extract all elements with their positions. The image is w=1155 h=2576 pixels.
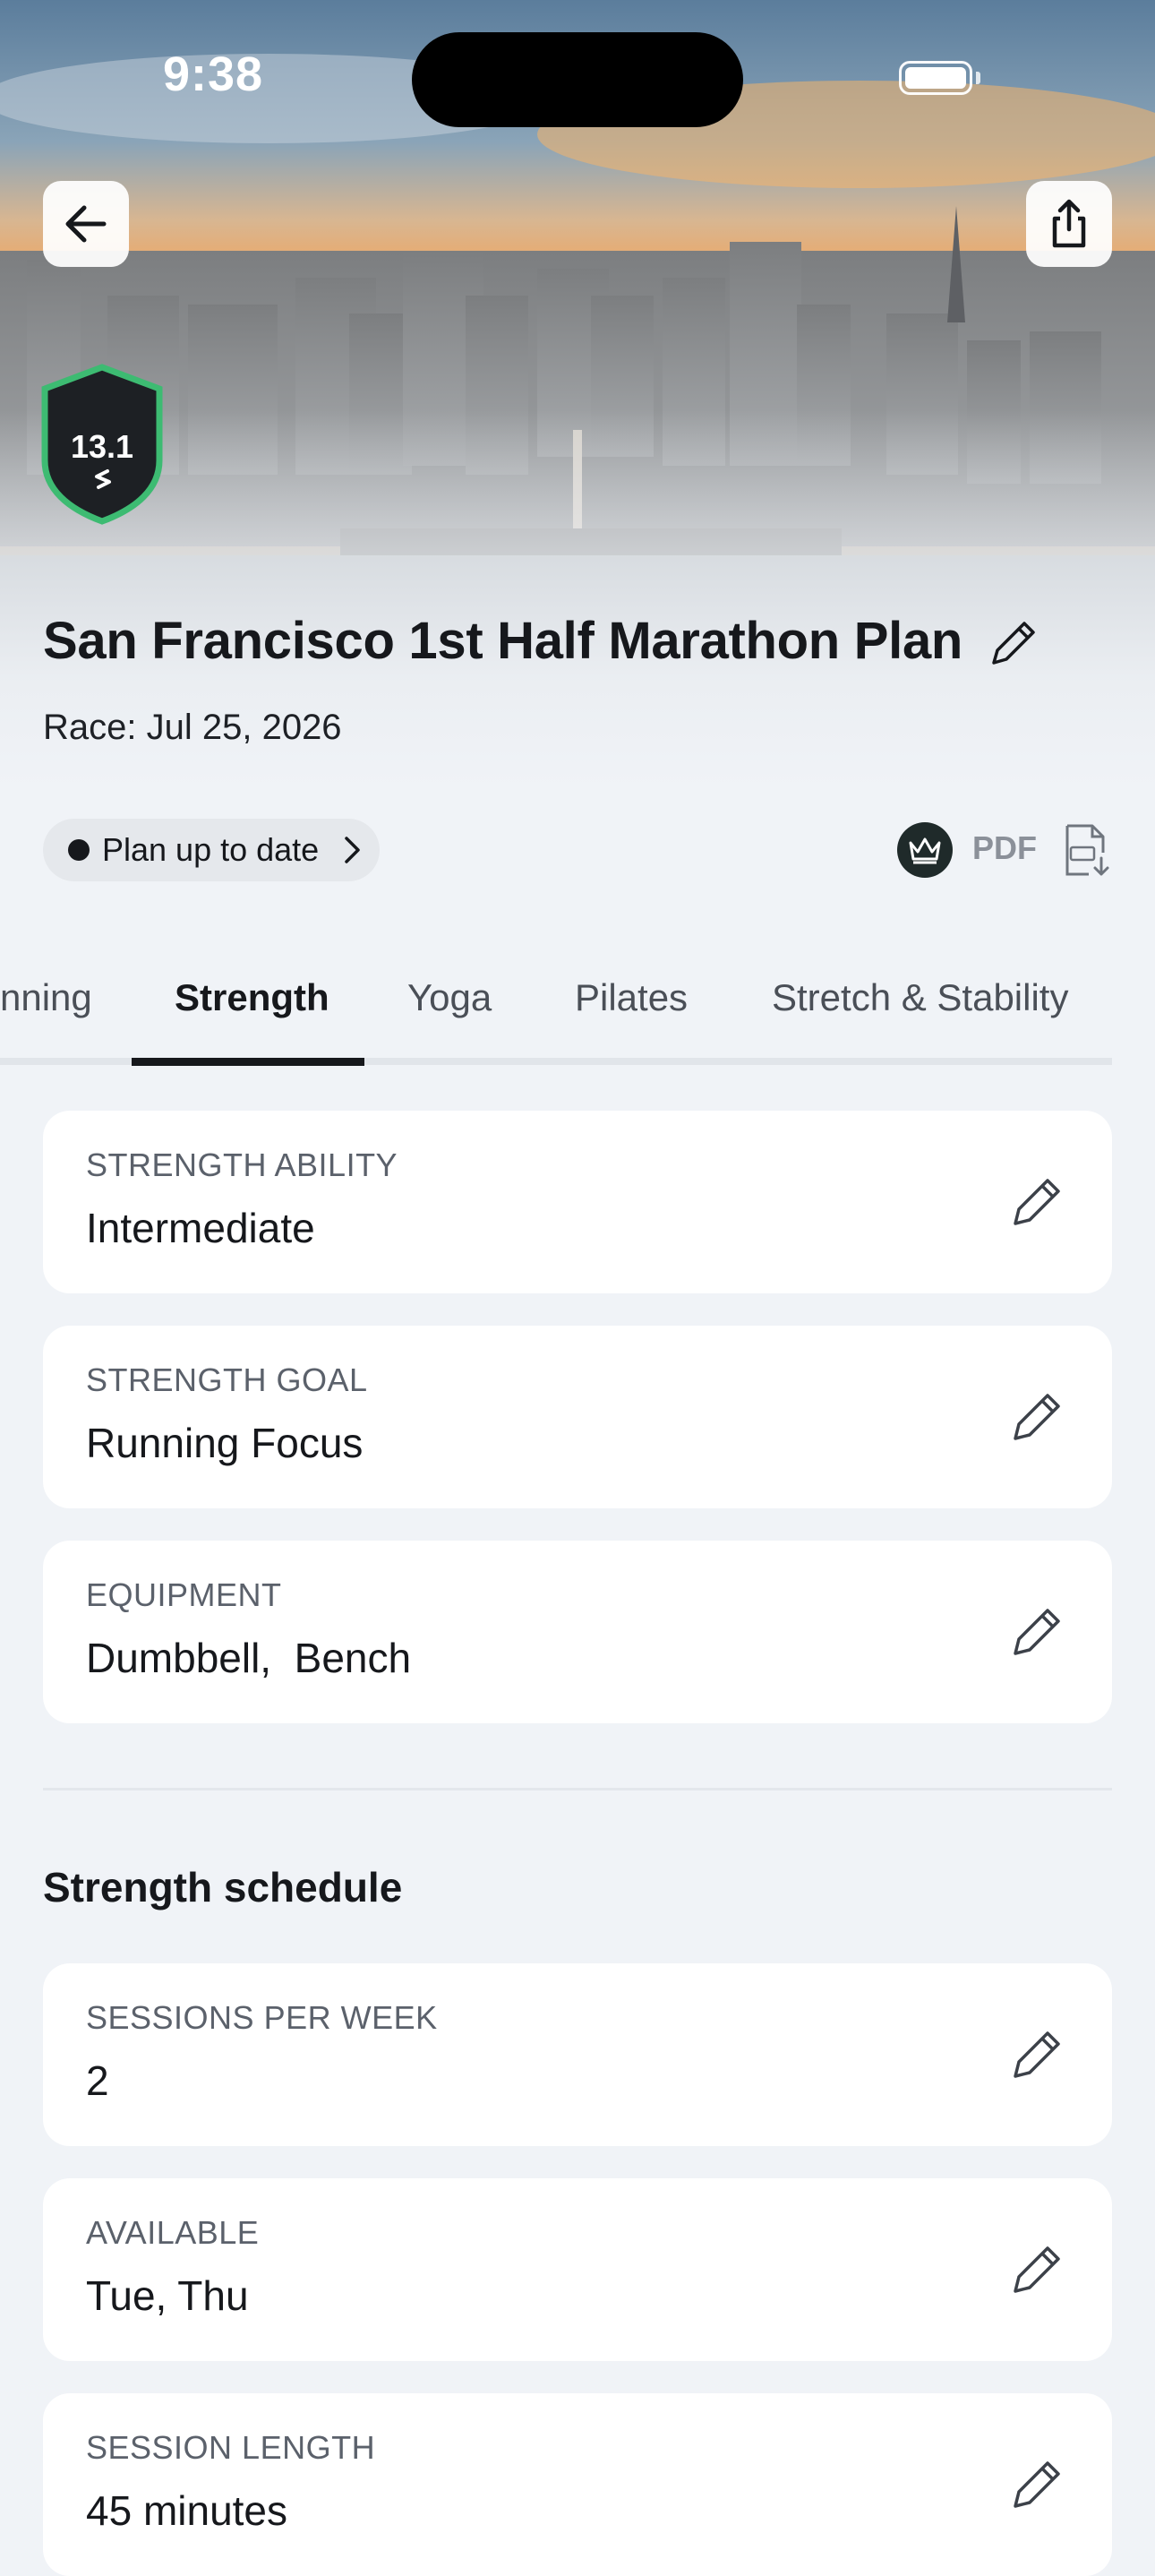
card-value: Running Focus — [86, 1420, 364, 1466]
race-distance-badge: 13.1 — [39, 364, 165, 525]
card-value: 2 — [86, 2057, 109, 2104]
tab-running[interactable]: nning — [0, 976, 92, 1019]
strength-goal-card[interactable]: STRENGTH GOAL Running Focus — [43, 1326, 1112, 1508]
schedule-section-title: Strength schedule — [43, 1864, 403, 1911]
session-length-card[interactable]: SESSION LENGTH 45 minutes — [43, 2393, 1112, 2576]
back-button[interactable] — [43, 181, 129, 267]
share-button[interactable] — [1026, 181, 1112, 267]
card-value: Dumbbell, Bench — [86, 1635, 412, 1681]
strength-ability-card[interactable]: STRENGTH ABILITY Intermediate — [43, 1111, 1112, 1293]
sessions-per-week-card[interactable]: SESSIONS PER WEEK 2 — [43, 1963, 1112, 2146]
premium-badge[interactable] — [897, 822, 953, 878]
status-dot-icon — [68, 839, 90, 861]
race-date: Race: Jul 25, 2026 — [43, 708, 342, 747]
pdf-label[interactable]: PDF — [972, 829, 1037, 867]
pencil-icon[interactable] — [1010, 2028, 1064, 2082]
tab-yoga[interactable]: Yoga — [407, 976, 492, 1019]
battery-tip — [976, 72, 980, 84]
arrow-left-icon — [65, 205, 107, 243]
chevron-right-icon — [345, 837, 360, 863]
activity-tabs: nning Strength Yoga Pilates Stretch & St… — [0, 949, 1155, 1066]
card-label: EQUIPMENT — [86, 1576, 282, 1613]
pdf-download-icon — [1065, 824, 1109, 876]
card-label: AVAILABLE — [86, 2214, 260, 2251]
card-value: Tue, Thu — [86, 2272, 249, 2319]
dynamic-island — [412, 32, 743, 127]
card-label: SESSIONS PER WEEK — [86, 1999, 438, 2036]
share-icon — [1052, 199, 1086, 248]
plan-status-label: Plan up to date — [102, 831, 320, 868]
status-bar-time: 9:38 — [163, 47, 264, 101]
pencil-icon — [992, 622, 1035, 665]
tab-strength[interactable]: Strength — [175, 976, 329, 1019]
card-value: 45 minutes — [86, 2487, 288, 2534]
tab-stretch-stability[interactable]: Stretch & Stability — [772, 976, 1068, 1019]
pencil-icon[interactable] — [1010, 1175, 1064, 1229]
active-tab-indicator — [132, 1058, 364, 1066]
available-days-card[interactable]: AVAILABLE Tue, Thu — [43, 2178, 1112, 2361]
pencil-icon[interactable] — [1010, 2243, 1064, 2297]
pencil-icon[interactable] — [1010, 2458, 1064, 2512]
equipment-card[interactable]: EQUIPMENT Dumbbell, Bench — [43, 1541, 1112, 1723]
pencil-icon[interactable] — [1010, 1390, 1064, 1444]
card-value: Intermediate — [86, 1205, 315, 1251]
card-label: SESSION LENGTH — [86, 2429, 376, 2466]
badge-distance: 13.1 — [70, 428, 134, 465]
section-divider — [43, 1788, 1112, 1790]
edit-title-button[interactable] — [988, 618, 1039, 668]
card-label: STRENGTH GOAL — [86, 1361, 368, 1398]
tab-pilates[interactable]: Pilates — [575, 976, 688, 1019]
plan-title: San Francisco 1st Half Marathon Plan — [43, 612, 963, 670]
plan-status-button[interactable]: Plan up to date — [43, 819, 380, 881]
card-label: STRENGTH ABILITY — [86, 1146, 398, 1183]
pdf-download-button[interactable] — [1062, 822, 1112, 880]
crown-icon — [909, 837, 941, 864]
pencil-icon[interactable] — [1010, 1605, 1064, 1659]
battery-icon — [899, 61, 972, 95]
